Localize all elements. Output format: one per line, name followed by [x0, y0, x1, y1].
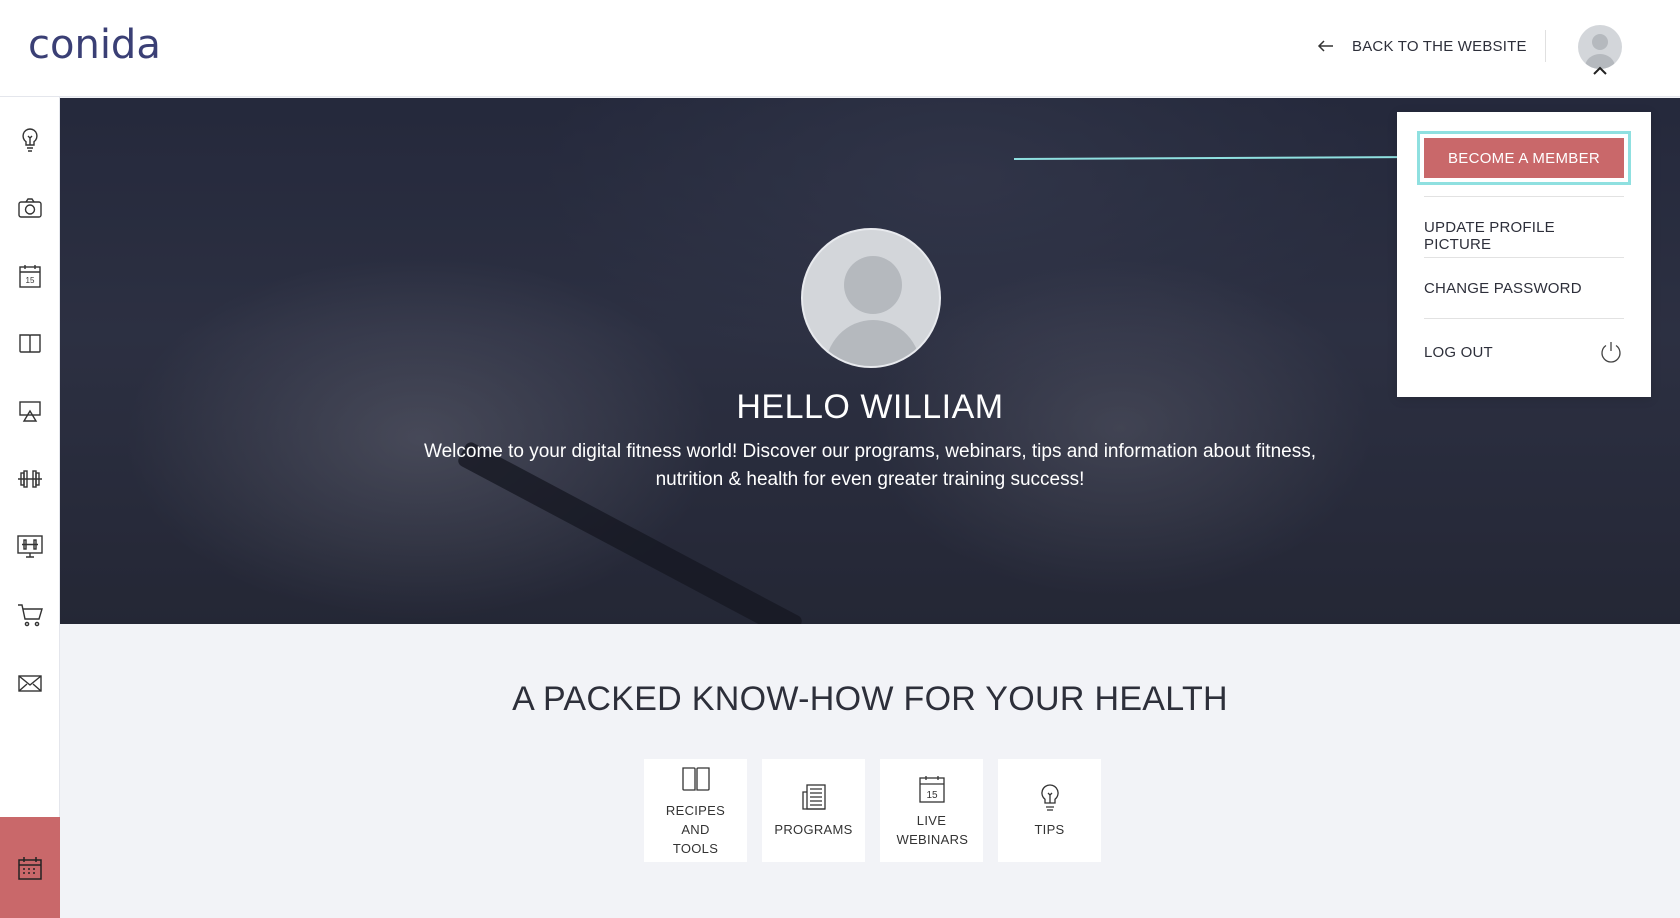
- change-password-label: CHANGE PASSWORD: [1424, 280, 1582, 297]
- user-avatar-button[interactable]: [1578, 25, 1622, 69]
- sidebar-item-online-training[interactable]: [14, 531, 46, 563]
- menu-divider: [1424, 257, 1624, 258]
- presentation-icon: [19, 401, 41, 422]
- menu-divider: [1424, 196, 1624, 197]
- card-label: LIVE WEBINARS: [896, 812, 969, 847]
- become-member-button[interactable]: BECOME A MEMBER: [1424, 138, 1624, 178]
- log-out-item[interactable]: LOG OUT: [1424, 337, 1624, 367]
- lightbulb-icon: [1040, 784, 1059, 811]
- arrow-left-icon: [1317, 40, 1333, 52]
- svg-text:15: 15: [26, 276, 35, 285]
- update-profile-picture-item[interactable]: UPDATE PROFILE PICTURE: [1424, 219, 1624, 253]
- card-tips[interactable]: TIPS: [998, 759, 1101, 862]
- monitor-dumbbell-icon: [17, 535, 43, 558]
- profile-avatar: [801, 228, 941, 368]
- sidebar-calendar-button[interactable]: [0, 817, 60, 918]
- chevron-up-icon: [1593, 66, 1607, 75]
- hero-welcome-text: Welcome to your digital fitness world! D…: [424, 441, 1316, 490]
- book-icon: [681, 767, 710, 791]
- card-programs[interactable]: PROGRAMS: [762, 759, 865, 862]
- back-to-website-link[interactable]: BACK TO THE WEBSITE: [1316, 36, 1527, 56]
- sidebar-item-shop[interactable]: [14, 599, 46, 631]
- card-label: RECIPES AND TOOLS: [665, 803, 726, 856]
- calendar-icon: [18, 856, 42, 880]
- sidebar-item-tips[interactable]: [14, 124, 46, 156]
- sidebar-item-messages[interactable]: [14, 667, 46, 699]
- avatar-icon: [825, 256, 921, 366]
- book-icon: [19, 334, 41, 353]
- annotation-arrow: [1014, 153, 1418, 161]
- update-profile-picture-label: UPDATE PROFILE PICTURE: [1424, 219, 1555, 253]
- camera-icon: [18, 198, 42, 218]
- newspaper-icon: [801, 784, 826, 810]
- sidebar-item-recipes[interactable]: [14, 327, 46, 359]
- card-label: PROGRAMS: [774, 822, 853, 837]
- log-out-label: LOG OUT: [1424, 343, 1493, 361]
- top-header: conida BACK TO THE WEBSITE: [0, 0, 1680, 97]
- calendar-15-icon: 15: [19, 265, 41, 288]
- power-icon: [1601, 342, 1621, 363]
- dumbbell-icon: [18, 470, 42, 488]
- card-label: TIPS: [1034, 822, 1065, 837]
- become-member-highlight: BECOME A MEMBER: [1417, 131, 1631, 185]
- lightbulb-icon: [22, 128, 38, 152]
- section-title: A PACKED KNOW-HOW FOR YOUR HEALTH: [512, 680, 1228, 718]
- header-divider: [1545, 30, 1546, 62]
- menu-divider: [1424, 318, 1624, 319]
- sidebar-item-presentations[interactable]: [14, 395, 46, 427]
- sidebar-item-training[interactable]: [14, 463, 46, 495]
- back-to-website-label: BACK TO THE WEBSITE: [1352, 37, 1527, 55]
- change-password-item[interactable]: CHANGE PASSWORD: [1424, 280, 1624, 297]
- conida-logo[interactable]: conida: [28, 22, 161, 68]
- avatar-icon: [1585, 34, 1615, 69]
- card-recipes-and-tools[interactable]: RECIPES AND TOOLS: [644, 759, 747, 862]
- category-cards: RECIPES AND TOOLS PROGRAMS 15 LIVE WEBIN…: [644, 759, 1101, 862]
- sidebar: 15: [0, 97, 60, 918]
- cart-icon: [18, 604, 43, 627]
- sidebar-item-media[interactable]: [14, 192, 46, 224]
- mail-icon: [18, 675, 42, 692]
- card-live-webinars[interactable]: 15 LIVE WEBINARS: [880, 759, 983, 862]
- profile-dropdown-menu: BECOME A MEMBER UPDATE PROFILE PICTURE C…: [1397, 112, 1651, 397]
- svg-text:15: 15: [926, 790, 938, 801]
- sidebar-item-webinars[interactable]: 15: [14, 260, 46, 292]
- calendar-15-icon: 15: [918, 775, 945, 803]
